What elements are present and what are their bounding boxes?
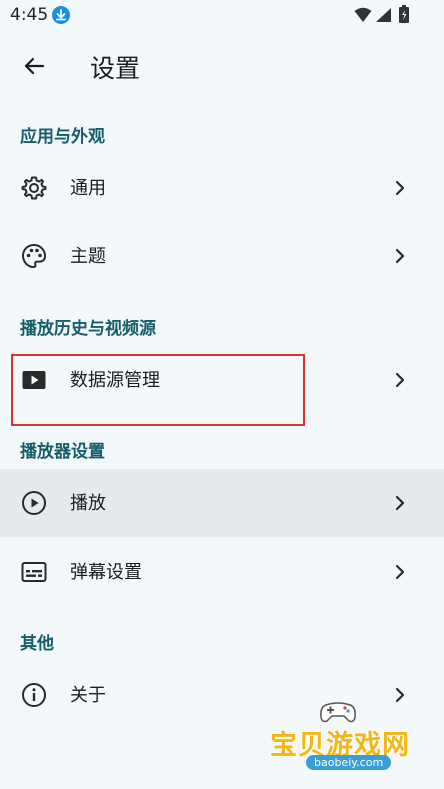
gamepad-icon	[320, 702, 356, 723]
settings-row-label: 主题	[70, 246, 106, 267]
status-bar: 4:45	[0, 0, 444, 32]
watermark-url: baobeiy.com	[306, 755, 392, 770]
settings-row-theme[interactable]: 主题	[0, 222, 444, 290]
settings-row-label: 关于	[70, 685, 106, 706]
signal-icon	[376, 8, 391, 22]
info-icon	[22, 683, 46, 707]
section-header-appearance: 应用与外观	[20, 127, 105, 147]
battery-charging-icon	[399, 5, 409, 23]
app-bar: 设置	[0, 32, 444, 98]
section-header-player-settings: 播放器设置	[20, 442, 105, 462]
chevron-right-icon	[395, 248, 405, 264]
play-box-icon	[22, 371, 46, 389]
page-title: 设置	[90, 54, 141, 83]
subtitles-icon	[21, 562, 47, 582]
wifi-icon	[354, 7, 372, 22]
settings-row-data-source[interactable]: 数据源管理	[0, 346, 444, 414]
settings-row-label: 弹幕设置	[70, 562, 142, 583]
settings-row-playback[interactable]: 播放	[0, 469, 444, 537]
palette-icon	[21, 243, 47, 269]
settings-row-label: 播放	[70, 493, 106, 514]
settings-row-label: 数据源管理	[70, 370, 160, 391]
gear-icon	[21, 176, 47, 200]
section-header-history-sources: 播放历史与视频源	[20, 319, 156, 339]
settings-row-danmaku[interactable]: 弹幕设置	[0, 538, 444, 606]
chevron-right-icon	[395, 495, 405, 511]
chevron-right-icon	[395, 564, 405, 580]
chevron-right-icon	[395, 372, 405, 388]
download-notification-icon	[52, 6, 70, 24]
status-time: 4:45	[10, 5, 49, 25]
back-button[interactable]	[14, 48, 54, 84]
chevron-right-icon	[395, 180, 405, 196]
settings-row-general[interactable]: 通用	[0, 154, 444, 222]
watermark-logo: 宝贝游戏网 baobeiy.com	[266, 697, 436, 783]
play-circle-icon	[22, 491, 46, 515]
arrow-left-icon	[24, 57, 45, 75]
section-header-other: 其他	[20, 634, 54, 654]
settings-row-label: 通用	[70, 178, 106, 199]
